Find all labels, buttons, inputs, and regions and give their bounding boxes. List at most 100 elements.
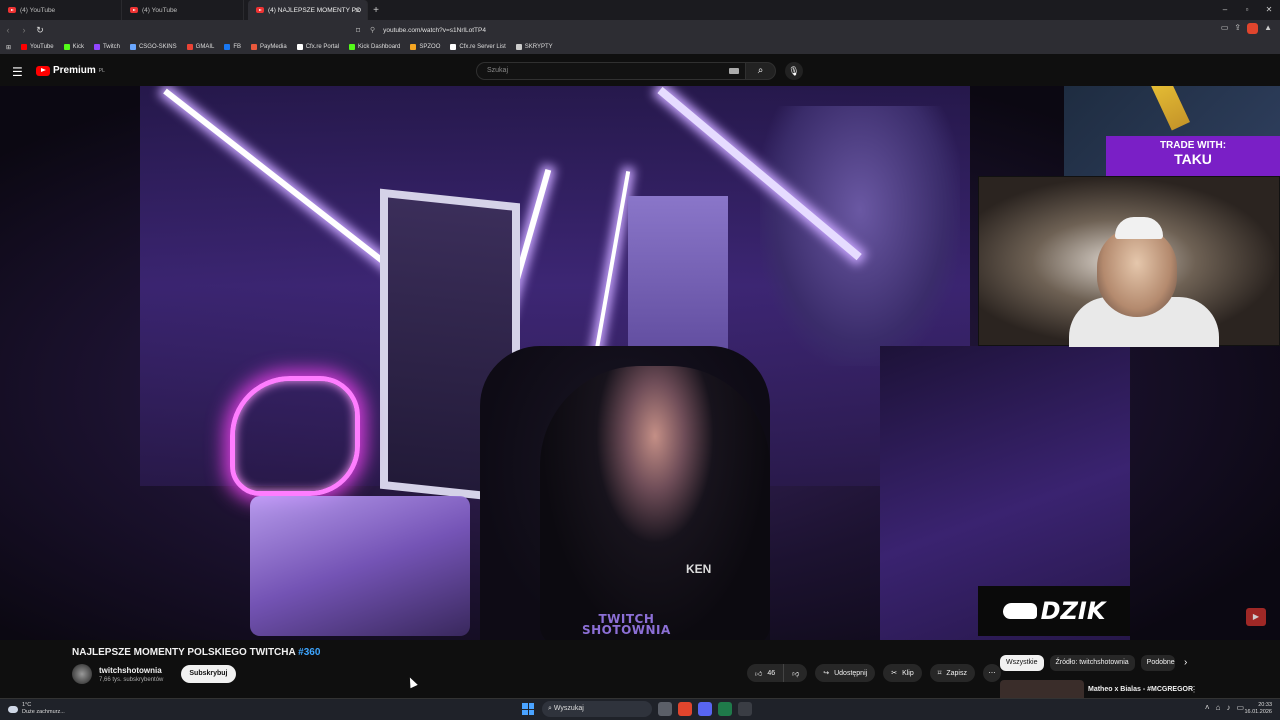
- youtube-icon: [21, 44, 28, 50]
- channel-watermark: TWITCH SHOTOWNIA: [582, 613, 671, 636]
- bookmark-twitch[interactable]: Twitch: [93, 44, 120, 50]
- paymedia-icon: [251, 44, 257, 50]
- close-window-button[interactable]: ✕: [1258, 0, 1280, 20]
- video-poster: [628, 196, 728, 366]
- search-button[interactable]: ⌕: [746, 62, 776, 80]
- channel-row: twitchshotownia 7,66 tys. subskrybentów …: [72, 664, 236, 684]
- recommended-video[interactable]: Matheo x Bialas - #MCGREGOR ⋮: [1000, 680, 1280, 698]
- browser-tab-bar: (4) YouTube (4) YouTube (4) NAJLEPSZE MO…: [0, 0, 1280, 20]
- bookmark-spzoo[interactable]: SPZOO: [410, 44, 440, 50]
- reload-button[interactable]: ↻: [32, 25, 48, 36]
- taskbar-clock[interactable]: 20:33 16.01.2026: [1244, 702, 1272, 716]
- voice-search-button[interactable]: 🎙: [785, 62, 803, 80]
- network-icon[interactable]: ⌂: [1216, 703, 1221, 712]
- kebab-menu-icon[interactable]: ⋮: [1190, 685, 1198, 694]
- bookmark-youtube[interactable]: YouTube: [21, 44, 54, 50]
- browser-tab[interactable]: (4) YouTube: [122, 0, 244, 20]
- volume-icon[interactable]: ♪: [1226, 703, 1230, 712]
- youtube-watermark-icon[interactable]: ▶: [1246, 608, 1266, 626]
- subscribe-button[interactable]: Subskrybuj: [181, 665, 236, 683]
- bookmark-kick-dashboard[interactable]: Kick Dashboard: [349, 44, 400, 50]
- video-dinosaur-decor: [760, 106, 960, 366]
- chip-similar[interactable]: Podobne: [1140, 655, 1175, 671]
- cast-icon[interactable]: ▭: [1221, 23, 1229, 34]
- url-bar[interactable]: ⌑ ⚲ youtube.com/watch?v=s1NrlLotTP4: [356, 23, 915, 37]
- close-tab-icon[interactable]: ✕: [354, 6, 361, 15]
- obs-icon[interactable]: [738, 702, 752, 716]
- brave-browser-icon[interactable]: [678, 702, 692, 716]
- keyboard-icon[interactable]: [729, 68, 739, 74]
- bookmark-label: Kick Dashboard: [358, 44, 401, 50]
- cfx-icon: [296, 44, 303, 50]
- video-player[interactable]: KEN TWITCH SHOTOWNIA CSG◎SKINS TRADE WIT…: [0, 86, 1280, 640]
- weather-widget[interactable]: 1°C Duże zachmurz...: [8, 702, 65, 716]
- menu-icon[interactable]: ☰: [12, 65, 23, 79]
- chip-source[interactable]: Źródło: twitchshotownia: [1049, 655, 1135, 671]
- video-hashtag[interactable]: #360: [298, 647, 320, 658]
- recommended-title[interactable]: Matheo x Bialas - #MCGREGOR: [1088, 686, 1193, 693]
- search-input[interactable]: Szukaj: [476, 62, 746, 80]
- subscriber-count: 7,66 tys. subskrybentów: [99, 676, 164, 683]
- ad-line2: TAKU: [1174, 151, 1212, 167]
- bookmark-cfx-server-list[interactable]: Cfx.re Server List: [450, 44, 506, 50]
- back-button[interactable]: ‹: [0, 25, 16, 35]
- cloud-icon: [8, 705, 18, 713]
- clock-date: 16.01.2026: [1244, 709, 1272, 715]
- kick-icon: [63, 44, 70, 50]
- bookmark-csgo-skins[interactable]: CSGO-SKINS: [129, 44, 177, 50]
- apps-grid-icon[interactable]: ⊞: [6, 44, 11, 51]
- bookmark-fb[interactable]: FB: [224, 44, 241, 50]
- kick-icon: [349, 44, 356, 50]
- windows-taskbar: 1°C Duże zachmurz... ⌕ Wyszukaj ˄ ⌂ ♪ ▭ …: [0, 698, 1280, 720]
- bookmark-kick[interactable]: Kick: [63, 44, 84, 50]
- share-button[interactable]: ↪ Udostępnij: [815, 664, 876, 682]
- site-info-icon[interactable]: ⚲: [370, 26, 375, 34]
- ad-line1: TRADE WITH:: [1159, 140, 1227, 151]
- youtube-logo[interactable]: Premium PL: [36, 65, 105, 76]
- csgo-skins-icon: [129, 44, 136, 50]
- bookmark-cfx-portal[interactable]: Cfx.re Portal: [296, 44, 339, 50]
- youtube-favicon-icon: [8, 7, 16, 13]
- minimize-button[interactable]: –: [1214, 0, 1236, 20]
- new-tab-button[interactable]: +: [368, 5, 384, 16]
- bookmark-gmail[interactable]: GMAIL: [186, 44, 214, 50]
- clip-button[interactable]: ✂ Klip: [883, 664, 922, 682]
- video-drink-cans: [250, 496, 470, 636]
- save-button[interactable]: ⌑ Zapisz: [929, 664, 975, 682]
- browser-tab-active[interactable]: (4) NAJLEPSZE MOMENTY PO ✕: [248, 0, 368, 20]
- maximize-button[interactable]: ▫: [1236, 0, 1258, 20]
- chip-all[interactable]: Wszystkie: [1000, 655, 1044, 671]
- brave-rewards-icon[interactable]: ▲: [1264, 23, 1272, 34]
- url-text: youtube.com/watch?v=s1NrlLotTP4: [383, 26, 486, 34]
- brave-shields-icon[interactable]: [1247, 23, 1259, 34]
- bookmark-icon[interactable]: ⌑: [356, 26, 360, 35]
- channel-name[interactable]: twitchshotownia: [99, 666, 163, 675]
- bookmark-label: SKRYPTY: [524, 44, 553, 50]
- thumbs-up-icon: 👍︎: [755, 670, 763, 678]
- browser-tab[interactable]: (4) YouTube: [0, 0, 122, 20]
- thumbs-down-icon: 👎︎: [792, 670, 800, 678]
- video-title-text: NAJLEPSZE MOMENTY POLSKIEGO TWITCHA: [72, 647, 296, 658]
- task-view-icon[interactable]: [658, 702, 672, 716]
- display-icon[interactable]: ▭: [1236, 703, 1244, 712]
- bookmark-skrypty[interactable]: SKRYPTY: [515, 44, 553, 50]
- recommended-thumbnail[interactable]: [1000, 680, 1084, 698]
- channel-avatar[interactable]: [72, 664, 92, 684]
- dislike-button[interactable]: 👎︎: [784, 664, 808, 682]
- chevron-up-icon[interactable]: ˄: [1205, 703, 1210, 712]
- youtube-favicon-icon: [130, 7, 138, 13]
- sponsor-logo: DZIK: [978, 586, 1130, 636]
- tab-title: (4) YouTube: [20, 6, 56, 14]
- discord-icon[interactable]: [698, 702, 712, 716]
- taskbar-search[interactable]: ⌕ Wyszukaj: [542, 701, 652, 717]
- forward-button[interactable]: ›: [16, 25, 32, 35]
- facecam-face: [1097, 227, 1177, 317]
- share-icon[interactable]: ⇪: [1234, 23, 1241, 34]
- chevron-right-icon[interactable]: ›: [1184, 655, 1187, 671]
- windows-start-icon[interactable]: [522, 703, 534, 715]
- excel-icon[interactable]: [718, 702, 732, 716]
- more-actions-button[interactable]: ⋯: [982, 664, 1001, 682]
- like-button[interactable]: 👍︎ 46: [747, 664, 785, 682]
- bookmark-paymedia[interactable]: PayMedia: [251, 44, 287, 50]
- youtube-header: ☰ Premium PL Szukaj ⌕ 🎙: [0, 56, 1280, 86]
